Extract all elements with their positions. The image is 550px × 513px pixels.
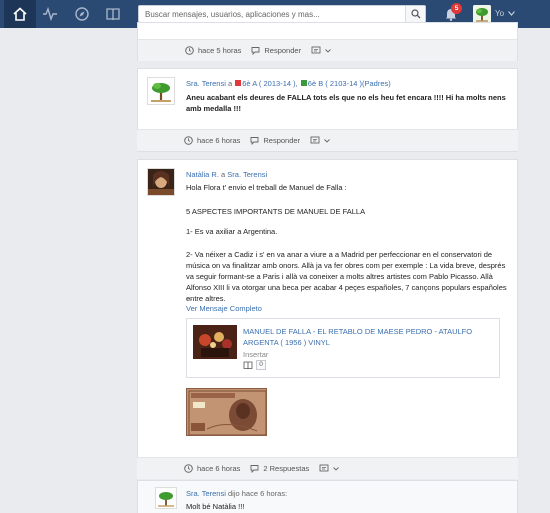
user-name[interactable]: Yo [495, 9, 504, 18]
group-link[interactable]: 6è B ( 2103-14 )(Padres) [308, 79, 391, 88]
post-footer: hace 6 horas 2 Respuestas [137, 457, 518, 479]
replies-link[interactable]: 2 Respuestas [250, 464, 309, 473]
post-text-line: 1- Es va axiliar a Argentina. [186, 227, 278, 236]
attachment-thumbnail[interactable] [193, 325, 237, 359]
reply-link[interactable]: Responder [250, 136, 300, 145]
reply-meta: Sra. Terensi dijo hace 6 horas: [186, 489, 287, 498]
group-color-square [300, 80, 307, 86]
reply-time: dijo hace 6 horas: [227, 489, 288, 498]
clock-icon [184, 136, 193, 145]
count-value: 0 [256, 360, 266, 370]
message-options-icon [311, 46, 321, 54]
post-card: hace 5 horas Responder [137, 22, 518, 61]
post-time[interactable]: hace 5 horas [185, 46, 241, 55]
post-footer: hace 5 horas Responder [138, 39, 517, 61]
reply-text: Responder [264, 46, 302, 55]
chevron-down-icon [324, 138, 330, 143]
search-icon [410, 9, 420, 19]
author-link[interactable]: Sra. Terensi [186, 79, 226, 88]
message-options-icon [310, 136, 320, 144]
chevron-down-icon[interactable] [508, 11, 515, 16]
clock-icon [185, 46, 194, 55]
to-text: a [221, 170, 226, 179]
attachment-count: 0 [243, 360, 266, 370]
post-meta: Sra. Terensi a 6è A ( 2013-14 ), 6è B ( … [186, 79, 391, 88]
group-color-square [235, 80, 242, 86]
reply-link[interactable]: Responder [251, 46, 301, 55]
replies-text: 2 Respuestas [263, 464, 310, 473]
notification-count-badge: 5 [451, 3, 462, 14]
comment-icon [251, 47, 260, 55]
home-icon[interactable] [4, 0, 36, 28]
reply-text: Molt bé Natàlia !!! [186, 502, 245, 511]
search-input[interactable] [139, 6, 404, 22]
insert-link[interactable]: Insertar [243, 350, 268, 359]
post-text-line: Hola Flora t' envio el treball de Manuel… [186, 183, 347, 192]
user-avatar[interactable] [473, 5, 491, 23]
search-box [138, 5, 426, 23]
book-icon[interactable] [97, 0, 129, 28]
author-avatar[interactable] [147, 168, 175, 196]
search-button[interactable] [405, 6, 425, 22]
post-footer: hace 6 horas Responder [137, 129, 518, 151]
chevron-down-icon [325, 48, 331, 53]
more-menu[interactable] [310, 136, 334, 145]
group-link[interactable]: 6è A ( 2013-14 ) [242, 79, 295, 88]
reply-author-link[interactable]: Sra. Terensi [186, 489, 226, 498]
more-menu[interactable] [311, 46, 335, 55]
author-avatar[interactable] [147, 77, 175, 105]
compass-icon[interactable] [66, 0, 98, 28]
book-icon [243, 361, 253, 369]
banknote-image[interactable] [186, 388, 267, 436]
post-text-line: 2- Va néixer a Cadiz i s' en va anar a v… [186, 250, 507, 303]
post-text: Aneu acabant els deures de FALLA tots el… [186, 93, 506, 113]
comment-icon [250, 465, 259, 473]
author-link[interactable]: Natàlia R. [186, 170, 219, 179]
time-text: hace 6 horas [197, 136, 241, 145]
reply-author-avatar[interactable] [155, 487, 177, 509]
attachment-card: MANUEL DE FALLA - EL RETABLO DE MAESE PE… [186, 318, 500, 378]
view-full-message-link[interactable]: Ver Mensaje Completo [186, 303, 262, 314]
comment-icon [250, 137, 259, 145]
time-text: hace 5 horas [198, 46, 242, 55]
post-text-line: 5 ASPECTES IMPORTANTS DE MANUEL DE FALLA [186, 207, 366, 216]
attachment-title-link[interactable]: MANUEL DE FALLA - EL RETABLO DE MAESE PE… [243, 326, 493, 348]
message-options-icon [319, 464, 329, 472]
chevron-down-icon [333, 466, 340, 471]
post-time[interactable]: hace 6 horas [184, 464, 240, 473]
more-menu[interactable] [319, 464, 343, 473]
clock-icon [184, 464, 193, 473]
ellipsis: ... [186, 293, 193, 302]
post-meta: Natàlia R. a Sra. Terensi [186, 170, 267, 179]
to-text: a [227, 79, 233, 88]
post-time[interactable]: hace 6 horas [184, 136, 240, 145]
time-text: hace 6 horas [197, 464, 241, 473]
reply-text: Responder [263, 136, 301, 145]
activity-icon[interactable] [34, 0, 66, 28]
recipient-link[interactable]: Sra. Terensi [227, 170, 267, 179]
